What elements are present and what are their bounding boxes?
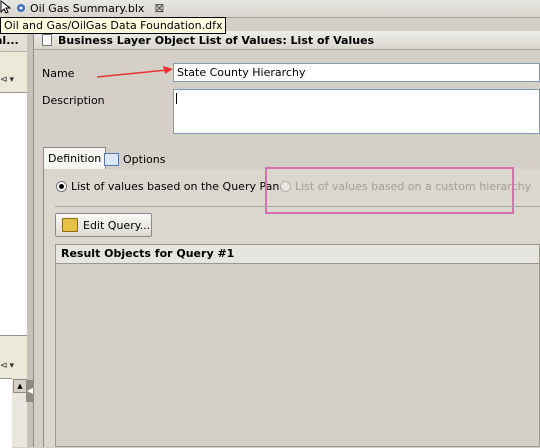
annotation-arrow-icon (96, 66, 173, 78)
collapse-icon[interactable]: ⊲ (0, 75, 8, 85)
tab-definition[interactable]: Definition (43, 147, 107, 170)
text-caret (176, 93, 177, 104)
result-objects-panel (55, 244, 540, 447)
left-tree-area[interactable] (0, 92, 27, 336)
tab-options[interactable]: Options (100, 149, 169, 169)
left-panel-toolbar-2: ⊲ ▾ (0, 356, 27, 376)
left-panel-header: al... (0, 31, 27, 52)
mouse-cursor-icon (0, 0, 12, 14)
editor-tab-label: Oil Gas Summary.blx (30, 1, 145, 15)
description-label: Description (42, 94, 105, 107)
description-field[interactable] (173, 89, 540, 134)
options-icon (104, 152, 119, 166)
editor-tab[interactable]: Oil Gas Summary.blx ⊠ (12, 0, 170, 16)
close-icon[interactable]: ⊠ (154, 2, 164, 14)
separator (55, 206, 540, 207)
edit-query-label: Edit Query... (83, 218, 151, 232)
chevron-down-icon[interactable]: ▾ (10, 75, 15, 85)
page-title: Business Layer Object List of Values: Li… (58, 33, 375, 47)
radio-query-panel-label: List of values based on the Query Panel (71, 180, 290, 193)
edit-query-button[interactable]: Edit Query... (55, 213, 152, 237)
left-panel-toolbar: ⊲ ▾ (0, 70, 27, 90)
file-path-tooltip: Oil and Gas/OilGas Data Foundation.dfx (0, 17, 227, 34)
collapse-icon-2[interactable]: ⊲ (0, 361, 8, 371)
document-icon (42, 34, 52, 46)
result-objects-header: Result Objects for Query #1 (55, 244, 540, 264)
chevron-down-icon-2[interactable]: ▾ (10, 361, 15, 371)
radio-query-panel[interactable]: List of values based on the Query Panel (56, 180, 289, 193)
radio-button-checked[interactable] (56, 181, 67, 192)
tab-options-label: Options (123, 152, 166, 166)
left-list-area[interactable] (0, 378, 12, 448)
name-label: Name (42, 67, 75, 80)
edit-query-icon (62, 218, 78, 232)
universe-icon (17, 4, 25, 12)
name-field[interactable]: State County Hierarchy (173, 63, 540, 82)
scroll-up-icon[interactable]: ▲ (13, 379, 27, 393)
